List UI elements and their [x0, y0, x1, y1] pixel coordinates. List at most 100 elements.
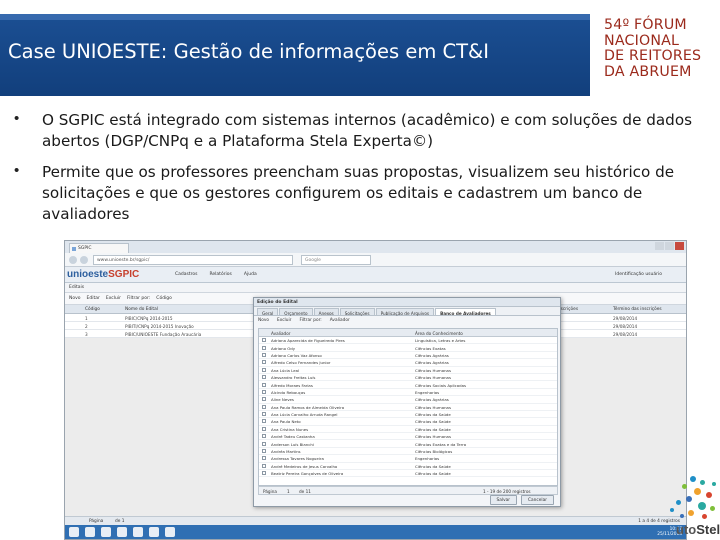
forum-logo: 54º FÓRUM NACIONAL DE REITORES DA ABRUEM: [604, 17, 716, 94]
cell-area: Ciências Humanas: [415, 404, 451, 410]
delete-button[interactable]: Excluir: [277, 318, 291, 324]
back-icon[interactable]: [69, 256, 77, 264]
row-checkbox[interactable]: [262, 463, 266, 468]
menu-item-ajuda[interactable]: Ajuda: [244, 272, 257, 277]
row-checkbox[interactable]: [262, 338, 266, 343]
forward-icon[interactable]: [80, 256, 88, 264]
cell-avaliador: Ana Paula Ramos de Almeida Oliveira: [271, 404, 345, 410]
cell-area: Ciências Sociais Aplicadas: [415, 382, 467, 388]
column-header[interactable]: Área do Conhecimento: [415, 331, 463, 336]
row-checkbox[interactable]: [262, 412, 266, 417]
list-item[interactable]: Ana Lúcia Carvalho Arruda Rangel Ciências…: [259, 411, 557, 419]
list-item[interactable]: Adriano Carlos Vaz Afonso Ciências Agrári…: [259, 352, 557, 360]
new-button[interactable]: Novo: [69, 296, 81, 301]
cell-area: Ciências Biológicas: [415, 449, 453, 455]
edit-button[interactable]: Editar: [87, 296, 100, 301]
list-item[interactable]: André Tadeu Castanha Ciências Humanas: [259, 433, 557, 441]
row-checkbox[interactable]: [262, 434, 266, 439]
tab-anexos[interactable]: Anexos: [313, 308, 339, 316]
row-checkbox[interactable]: [262, 382, 266, 387]
list-item[interactable]: Andréa Martins Ciências Biológicas: [259, 448, 557, 456]
tab-banco-avaliadores[interactable]: Banco de Avaliadores: [435, 308, 496, 316]
tab-solicitacoes[interactable]: Solicitações: [339, 308, 375, 316]
row-checkbox[interactable]: [262, 456, 266, 461]
window-controls: [655, 242, 684, 250]
filter-select[interactable]: Avaliador: [330, 318, 350, 324]
cell-area: Ciências da Saúde: [415, 419, 451, 425]
row-checkbox[interactable]: [262, 375, 266, 380]
filter-label: Filtrar por:: [126, 296, 151, 301]
row-checkbox[interactable]: [262, 471, 266, 476]
status-bar: Página de 1 1 a 4 de 4 registros: [65, 516, 686, 525]
row-checkbox[interactable]: [262, 389, 266, 394]
excel-icon[interactable]: [133, 527, 143, 537]
row-checkbox[interactable]: [262, 360, 266, 365]
column-header[interactable]: Nome do Edital: [125, 307, 158, 312]
list-item[interactable]: Andressa Tavares Nogueira Engenharias: [259, 455, 557, 463]
word-icon[interactable]: [117, 527, 127, 537]
maximize-icon[interactable]: [665, 242, 674, 250]
row-checkbox[interactable]: [262, 404, 266, 409]
tab-orcamento[interactable]: Orçamento: [279, 308, 313, 316]
list-item[interactable]: Adriano Ody Ciências Exatas: [259, 344, 557, 352]
app-menu: Cadastros Relatórios Ajuda: [175, 272, 257, 277]
column-header[interactable]: Término das inscrições: [613, 307, 662, 312]
cell-end: 29/08/2014: [613, 323, 638, 329]
filter-select[interactable]: Código: [156, 296, 172, 301]
list-item[interactable]: Ana Cristina Nunes Ciências da Saúde: [259, 426, 557, 434]
list-item[interactable]: Alcindo Rebouças Engenharias: [259, 389, 557, 397]
list-item[interactable]: Beatriz Pereira Gonçalves de Oliveira Ciê…: [259, 470, 557, 478]
list-item[interactable]: André Medeiros de Jesus Carvalho Ciências…: [259, 463, 557, 471]
cell-area: Engenharias: [415, 389, 440, 395]
menu-item-cadastros[interactable]: Cadastros: [175, 272, 197, 277]
list-item[interactable]: Aline Neves Ciências Agrárias: [259, 396, 557, 404]
browser-search-input[interactable]: Google: [301, 255, 371, 265]
list-item[interactable]: Ana Paula Neto Ciências da Saúde: [259, 418, 557, 426]
save-button[interactable]: Salvar: [489, 495, 518, 505]
menu-item-relatorios[interactable]: Relatórios: [209, 272, 231, 277]
start-icon[interactable]: [69, 527, 79, 537]
cell-code: 1: [85, 315, 88, 321]
list-item[interactable]: Ana Lúcia Leal Ciências Humanas: [259, 367, 557, 374]
row-checkbox[interactable]: [262, 426, 266, 431]
explorer-icon[interactable]: [85, 527, 95, 537]
row-checkbox[interactable]: [262, 345, 266, 350]
tab-publicacao[interactable]: Publicação de Arquivos: [375, 308, 435, 316]
powerpoint-icon[interactable]: [149, 527, 159, 537]
row-checkbox[interactable]: [262, 441, 266, 446]
address-bar[interactable]: www.unioeste.br/sgpic/: [93, 255, 293, 265]
tab-geral[interactable]: Geral: [257, 308, 279, 316]
stela-dot: [676, 500, 681, 505]
minimize-icon[interactable]: [655, 242, 664, 250]
logo-main: unioeste: [67, 269, 109, 280]
row-checkbox[interactable]: [262, 367, 266, 372]
folder-icon[interactable]: [165, 527, 175, 537]
cell-avaliador: Andréa Martins: [271, 449, 301, 455]
row-checkbox[interactable]: [262, 419, 266, 424]
cell-avaliador: Andressa Tavares Nogueira: [271, 456, 324, 462]
row-checkbox[interactable]: [262, 352, 266, 357]
stela-dot: [698, 502, 706, 510]
page-number-input[interactable]: 1: [287, 489, 290, 494]
close-icon[interactable]: [675, 242, 684, 250]
dialog-buttons: Salvar Cancelar: [489, 495, 554, 505]
cell-name: PIBIC/UNIOESTE Fundação Araucária: [125, 331, 202, 337]
list-item[interactable]: Adriana Aparecida de Figueiredo Pires Lin…: [259, 337, 557, 345]
user-label[interactable]: Identificação usuário: [615, 272, 662, 277]
column-header[interactable]: Código: [85, 307, 100, 312]
list-item[interactable]: Anderson Luís Bianchi Ciências Exatas e d…: [259, 440, 557, 448]
cell-area: Engenharias: [415, 456, 440, 462]
browser-tab[interactable]: SGPIC: [69, 243, 129, 253]
list-item[interactable]: Alfredo Celso Fernandes Junior Ciências A…: [259, 359, 557, 367]
browser-icon[interactable]: [101, 527, 111, 537]
list-item[interactable]: Alessandro Freitas Luís Ciências Humanas: [259, 374, 557, 382]
row-checkbox[interactable]: [262, 449, 266, 454]
new-button[interactable]: Novo: [258, 318, 269, 324]
delete-button[interactable]: Excluir: [106, 296, 121, 301]
column-header[interactable]: Avaliador: [271, 331, 291, 336]
cancel-button[interactable]: Cancelar: [521, 495, 554, 505]
list-item[interactable]: Alfredo Moraes Farias Ciências Sociais Ap…: [259, 381, 557, 389]
pager-label: Página: [263, 489, 277, 494]
row-checkbox[interactable]: [262, 397, 266, 402]
list-item[interactable]: Ana Paula Ramos de Almeida Oliveira Ciênc…: [259, 404, 557, 411]
